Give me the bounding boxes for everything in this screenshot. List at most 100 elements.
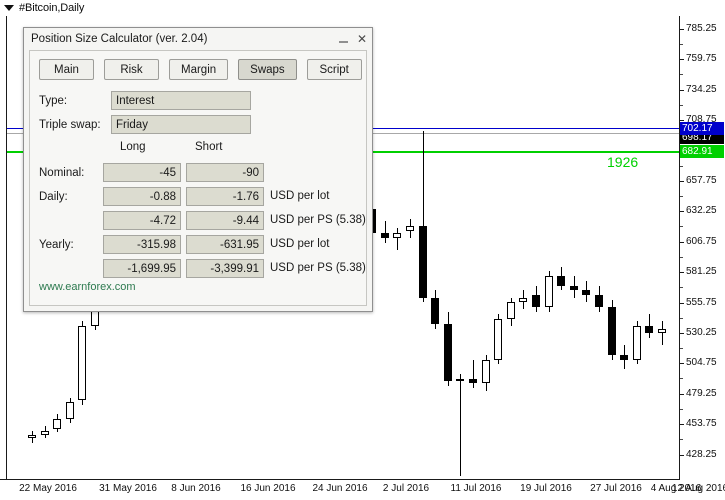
chart-symbol-bar: #Bitcoin,Daily [0,0,725,16]
candle-body [66,402,74,420]
candle-body [582,290,590,296]
price-tick-label: 657.75 [686,175,717,186]
triple-swap-field[interactable]: Friday [111,115,251,134]
price-tick [680,211,684,212]
price-tick-label: 504.75 [686,357,717,368]
price-tick-label: 632.25 [686,205,717,216]
candle-body [482,359,490,384]
daily-long-lot-field[interactable]: -0.88 [103,187,181,206]
candle-body [570,285,578,291]
candle-body [53,419,61,429]
daily-lot-row: Daily: -0.88 -1.76 [39,187,264,206]
price-tick [680,363,684,364]
entry-line-label: 1926 [607,154,639,170]
price-tick [680,59,684,60]
candle-body [444,323,452,381]
price-minor-tick [680,257,683,258]
yearly-short-ps-field[interactable]: -3,399.91 [186,259,264,278]
close-icon[interactable]: ✕ [357,33,367,45]
price-tick [680,424,684,425]
candle-body [507,302,515,319]
yearly-long-lot-field[interactable]: -315.98 [103,235,181,254]
candle-body [393,233,401,238]
daily-ps-unit: USD per PS (5.38) [270,214,366,226]
entry-price-badge: 682.91 [680,145,724,158]
time-axis[interactable]: 22 May 2016 31 May 2016 8 Jun 2016 16 Jun 2… [0,480,725,500]
minimize-icon[interactable] [338,35,348,44]
yearly-short-lot-field[interactable]: -631.95 [186,235,264,254]
time-tick-label: 22 May 2016 [19,483,77,494]
price-tick [680,394,684,395]
price-tick [680,29,684,30]
candle-wick [473,359,474,389]
dialog-titlebar[interactable]: Position Size Calculator (ver. 2.04) ✕ [24,28,372,50]
price-tick-label: 759.75 [686,53,717,64]
price-tick [680,303,684,304]
price-minor-tick [680,226,683,227]
price-tick [680,120,684,121]
candle-body [545,276,553,308]
daily-short-ps-field[interactable]: -9.44 [186,211,264,230]
tab-swaps[interactable]: Swaps [238,59,297,80]
nominal-long-field[interactable]: -45 [103,163,181,182]
price-minor-tick [680,166,683,167]
price-minor-tick [680,44,683,45]
type-field[interactable]: Interest [111,91,251,110]
candle-wick [385,221,386,243]
bid-price-badge: 702.17 [680,122,724,135]
yearly-ps-row: -1,699.95 -3,399.91 [103,259,264,278]
price-tick-label: 530.25 [686,327,717,338]
triple-swap-row: Triple swap: Friday [39,115,251,134]
triple-swap-label: Triple swap: [39,118,101,131]
candle-body [519,297,527,303]
price-tick-label: 785.25 [686,23,717,34]
tab-main[interactable]: Main [39,59,94,80]
price-axis[interactable]: 785.25759.75734.25708.75683.25657.75632.… [679,16,725,479]
dialog-window-buttons: ✕ [338,28,367,50]
daily-short-lot-field[interactable]: -1.76 [186,187,264,206]
time-tick-label: 19 Jul 2016 [520,483,572,494]
candle-body [595,295,603,308]
plot-left-border [6,16,7,479]
candle-body [658,328,666,334]
candle-body [645,326,653,334]
price-tick [680,272,684,273]
time-tick-label: 16 Jun 2016 [240,483,296,494]
tab-script[interactable]: Script [306,59,362,80]
triangle-down-icon[interactable] [4,5,14,11]
yearly-long-ps-field[interactable]: -1,699.95 [103,259,181,278]
price-minor-tick [680,378,683,379]
type-row: Type: Interest [39,91,251,110]
price-minor-tick [680,318,683,319]
price-tick-label: 555.75 [686,297,717,308]
price-tick [680,455,684,456]
candle-body [78,326,86,401]
daily-long-ps-field[interactable]: -4.72 [103,211,181,230]
time-tick-label: 11 Jul 2016 [450,483,502,494]
candle-body [469,378,477,384]
candle-body [494,318,502,360]
nominal-label: Nominal: [39,166,85,179]
yearly-label: Yearly: [39,238,74,251]
candle-body [419,226,427,298]
earnforex-link[interactable]: www.earnforex.com [39,281,136,293]
price-tick-label: 453.75 [686,418,717,429]
time-tick-label: 31 May 2016 [99,483,157,494]
price-tick-label: 428.25 [686,449,717,460]
tab-risk[interactable]: Risk [104,59,159,80]
price-minor-tick [680,74,683,75]
candle-body [608,307,616,355]
tab-margin[interactable]: Margin [169,59,229,80]
nominal-short-field[interactable]: -90 [186,163,264,182]
position-size-calculator-dialog[interactable]: Position Size Calculator (ver. 2.04) ✕ M… [23,27,373,312]
candle-body [532,295,540,308]
time-tick-label: 2 Jul 2016 [382,483,430,494]
dialog-tabs: Main Risk Margin Swaps Script [39,59,362,80]
nominal-row: Nominal: -45 -90 [39,163,264,182]
candle-body [381,233,389,238]
column-header-short: Short [195,141,223,153]
price-tick [680,181,684,182]
time-tick-label: 8 Jun 2016 [171,483,221,494]
candle-body [557,276,565,286]
candle-wick [460,373,461,477]
